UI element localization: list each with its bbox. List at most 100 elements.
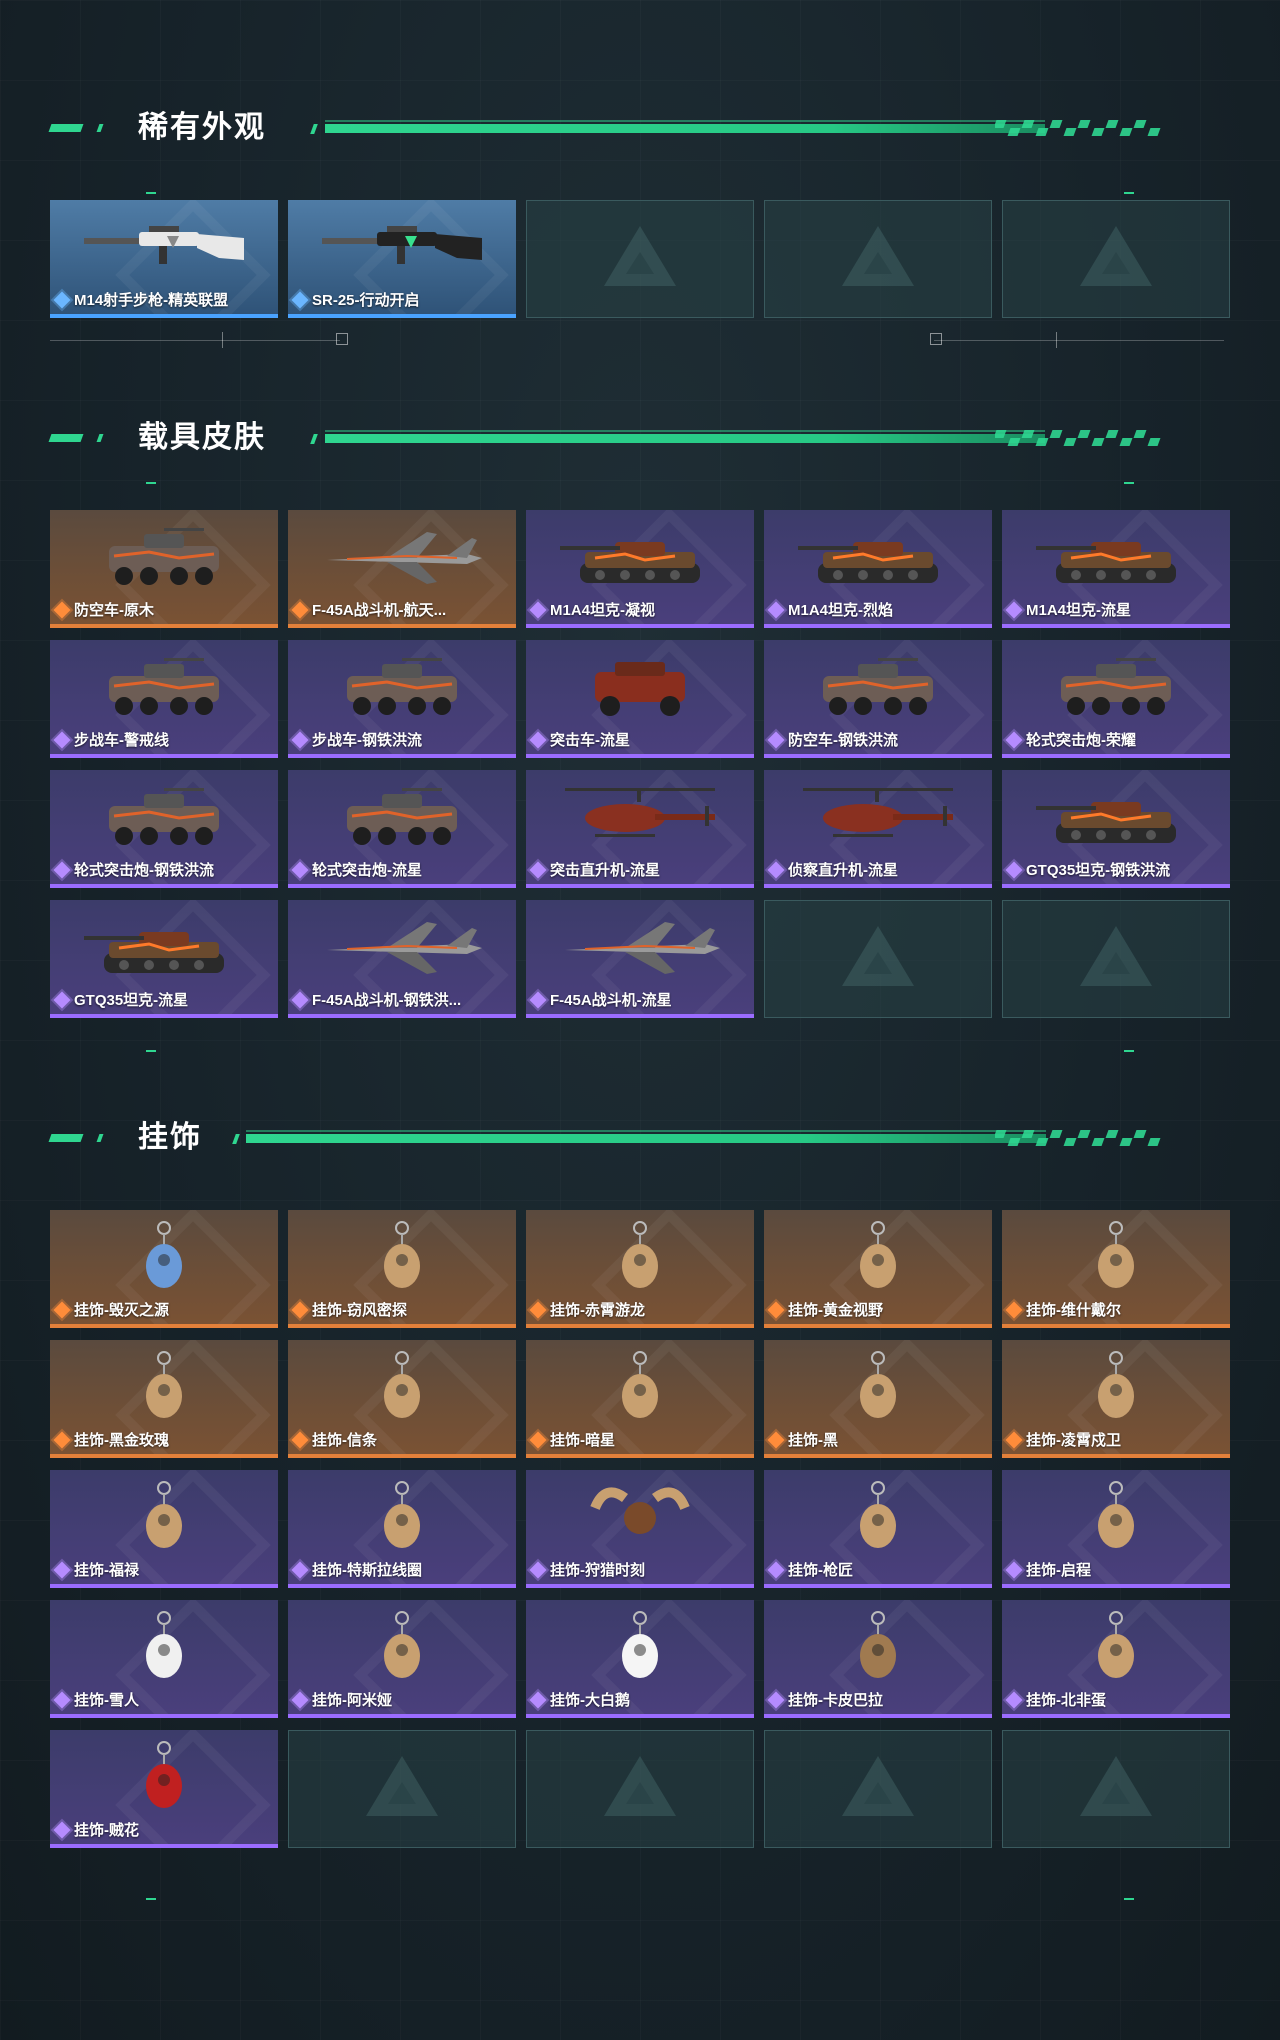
placeholder-logo-icon xyxy=(1080,926,1152,986)
empty-slot xyxy=(764,200,992,318)
helicopter-icon xyxy=(526,776,754,860)
item-card[interactable]: GTQ35坦克-钢铁洪流 xyxy=(1002,770,1230,888)
fighter-jet-icon xyxy=(288,516,516,600)
item-name: M1A4坦克-凝视 xyxy=(550,602,656,619)
item-card[interactable]: 挂饰-贼花 xyxy=(50,1730,278,1848)
item-card[interactable]: 挂饰-信条 xyxy=(288,1340,516,1458)
item-card[interactable]: 挂饰-黑 xyxy=(764,1340,992,1458)
antler-charm-icon xyxy=(526,1476,754,1560)
rarity-diamond-icon xyxy=(767,731,785,748)
item-label-row: F-45A战斗机-钢铁洪... xyxy=(291,989,461,1010)
item-card[interactable]: 侦察直升机-流星 xyxy=(764,770,992,888)
item-name: 挂饰-毁灭之源 xyxy=(74,1302,169,1319)
item-card[interactable]: 步战车-钢铁洪流 xyxy=(288,640,516,758)
placeholder-logo-icon xyxy=(366,1756,438,1816)
item-card[interactable]: 挂饰-枪匠 xyxy=(764,1470,992,1588)
item-card[interactable]: 挂饰-暗星 xyxy=(526,1340,754,1458)
item-name: 防空车-钢铁洪流 xyxy=(788,732,898,749)
item-name: 轮式突击炮-荣耀 xyxy=(1026,732,1136,749)
checker-square xyxy=(1133,430,1147,438)
header-bar xyxy=(325,124,1045,133)
item-label-row: 挂饰-大白鹅 xyxy=(529,1689,630,1710)
armored-car-icon xyxy=(50,776,278,860)
header-accent-mark xyxy=(48,1134,84,1142)
item-card[interactable]: M14射手步枪-精英联盟 xyxy=(50,200,278,318)
item-card[interactable]: 防空车-原木 xyxy=(50,510,278,628)
charm-icon xyxy=(1002,1216,1230,1300)
rarity-diamond-icon xyxy=(1005,1431,1023,1448)
rarity-diamond-icon xyxy=(529,1301,547,1318)
item-card[interactable]: 步战车-警戒线 xyxy=(50,640,278,758)
item-card[interactable]: 挂饰-特斯拉线圈 xyxy=(288,1470,516,1588)
item-card[interactable]: SR-25-行动开启 xyxy=(288,200,516,318)
item-label-row: 防空车-钢铁洪流 xyxy=(767,729,898,750)
item-label-row: 挂饰-贼花 xyxy=(53,1819,139,1840)
checker-square xyxy=(1049,120,1063,128)
item-card[interactable]: 挂饰-窃风密探 xyxy=(288,1210,516,1328)
item-card[interactable]: 轮式突击炮-钢铁洪流 xyxy=(50,770,278,888)
item-card[interactable]: 挂饰-维什戴尔 xyxy=(1002,1210,1230,1328)
item-name: 挂饰-黑金玫瑰 xyxy=(74,1432,169,1449)
item-card[interactable]: 挂饰-大白鹅 xyxy=(526,1600,754,1718)
checker-square xyxy=(1091,438,1105,446)
checker-square xyxy=(1021,1130,1035,1138)
item-card[interactable]: 轮式突击炮-荣耀 xyxy=(1002,640,1230,758)
header-accent-mark xyxy=(96,124,104,132)
item-card[interactable]: 挂饰-阿米娅 xyxy=(288,1600,516,1718)
item-card[interactable]: 挂饰-雪人 xyxy=(50,1600,278,1718)
rifle-black-green-icon xyxy=(288,206,516,290)
item-label-row: 挂饰-狩猎时刻 xyxy=(529,1559,645,1580)
item-card[interactable]: 突击直升机-流星 xyxy=(526,770,754,888)
item-card[interactable]: 挂饰-福禄 xyxy=(50,1470,278,1588)
item-card[interactable]: 挂饰-凌霄戍卫 xyxy=(1002,1340,1230,1458)
item-card[interactable]: GTQ35坦克-流星 xyxy=(50,900,278,1018)
item-name: GTQ35坦克-流星 xyxy=(74,992,189,1009)
item-card[interactable]: F-45A战斗机-流星 xyxy=(526,900,754,1018)
item-label-row: 挂饰-窃风密探 xyxy=(291,1299,407,1320)
item-name: 挂饰-枪匠 xyxy=(788,1562,853,1579)
item-card[interactable]: 挂饰-卡皮巴拉 xyxy=(764,1600,992,1718)
item-card[interactable]: M1A4坦克-烈焰 xyxy=(764,510,992,628)
item-card[interactable]: 挂饰-北非蛋 xyxy=(1002,1600,1230,1718)
item-card[interactable]: M1A4坦克-凝视 xyxy=(526,510,754,628)
checker-square xyxy=(1077,1130,1091,1138)
item-card[interactable]: 挂饰-黑金玫瑰 xyxy=(50,1340,278,1458)
item-label-row: 挂饰-维什戴尔 xyxy=(1005,1299,1121,1320)
charm-icon xyxy=(50,1476,278,1560)
apc-icon xyxy=(50,516,278,600)
checker-square xyxy=(1049,430,1063,438)
header-accent-mark xyxy=(96,1134,104,1142)
item-card[interactable]: 突击车-流星 xyxy=(526,640,754,758)
capybara-charm-icon xyxy=(764,1606,992,1690)
empty-slot xyxy=(526,1730,754,1848)
item-card[interactable]: 防空车-钢铁洪流 xyxy=(764,640,992,758)
item-card[interactable]: F-45A战斗机-航天... xyxy=(288,510,516,628)
item-card[interactable]: 挂饰-赤霄游龙 xyxy=(526,1210,754,1328)
rarity-diamond-icon xyxy=(53,731,71,748)
timeline-line xyxy=(934,340,1224,341)
item-card[interactable]: F-45A战斗机-钢铁洪... xyxy=(288,900,516,1018)
checker-square xyxy=(1021,430,1035,438)
item-name: 侦察直升机-流星 xyxy=(788,862,898,879)
item-card[interactable]: 轮式突击炮-流星 xyxy=(288,770,516,888)
rare-skin-grid: M14射手步枪-精英联盟 SR-25-行动开启 xyxy=(50,200,1230,318)
item-label-row: 轮式突击炮-流星 xyxy=(291,859,422,880)
charm-icon xyxy=(764,1346,992,1430)
item-label-row: M1A4坦克-烈焰 xyxy=(767,599,893,620)
item-card[interactable]: M1A4坦克-流星 xyxy=(1002,510,1230,628)
charm-icon xyxy=(288,1476,516,1560)
item-card[interactable]: 挂饰-黄金视野 xyxy=(764,1210,992,1328)
rifle-white-icon xyxy=(50,206,278,290)
item-label-row: 侦察直升机-流星 xyxy=(767,859,898,880)
item-name: 挂饰-窃风密探 xyxy=(312,1302,407,1319)
header-bar xyxy=(325,434,1045,443)
item-card[interactable]: 挂饰-毁灭之源 xyxy=(50,1210,278,1328)
checker-square xyxy=(1035,438,1049,446)
item-card[interactable]: 挂饰-狩猎时刻 xyxy=(526,1470,754,1588)
section-header-charms: 挂饰 xyxy=(48,1118,1230,1158)
item-label-row: M14射手步枪-精英联盟 xyxy=(53,289,228,310)
placeholder-logo-icon xyxy=(1080,1756,1152,1816)
item-name: 挂饰-狩猎时刻 xyxy=(550,1562,645,1579)
item-label-row: 防空车-原木 xyxy=(53,599,154,620)
item-card[interactable]: 挂饰-启程 xyxy=(1002,1470,1230,1588)
